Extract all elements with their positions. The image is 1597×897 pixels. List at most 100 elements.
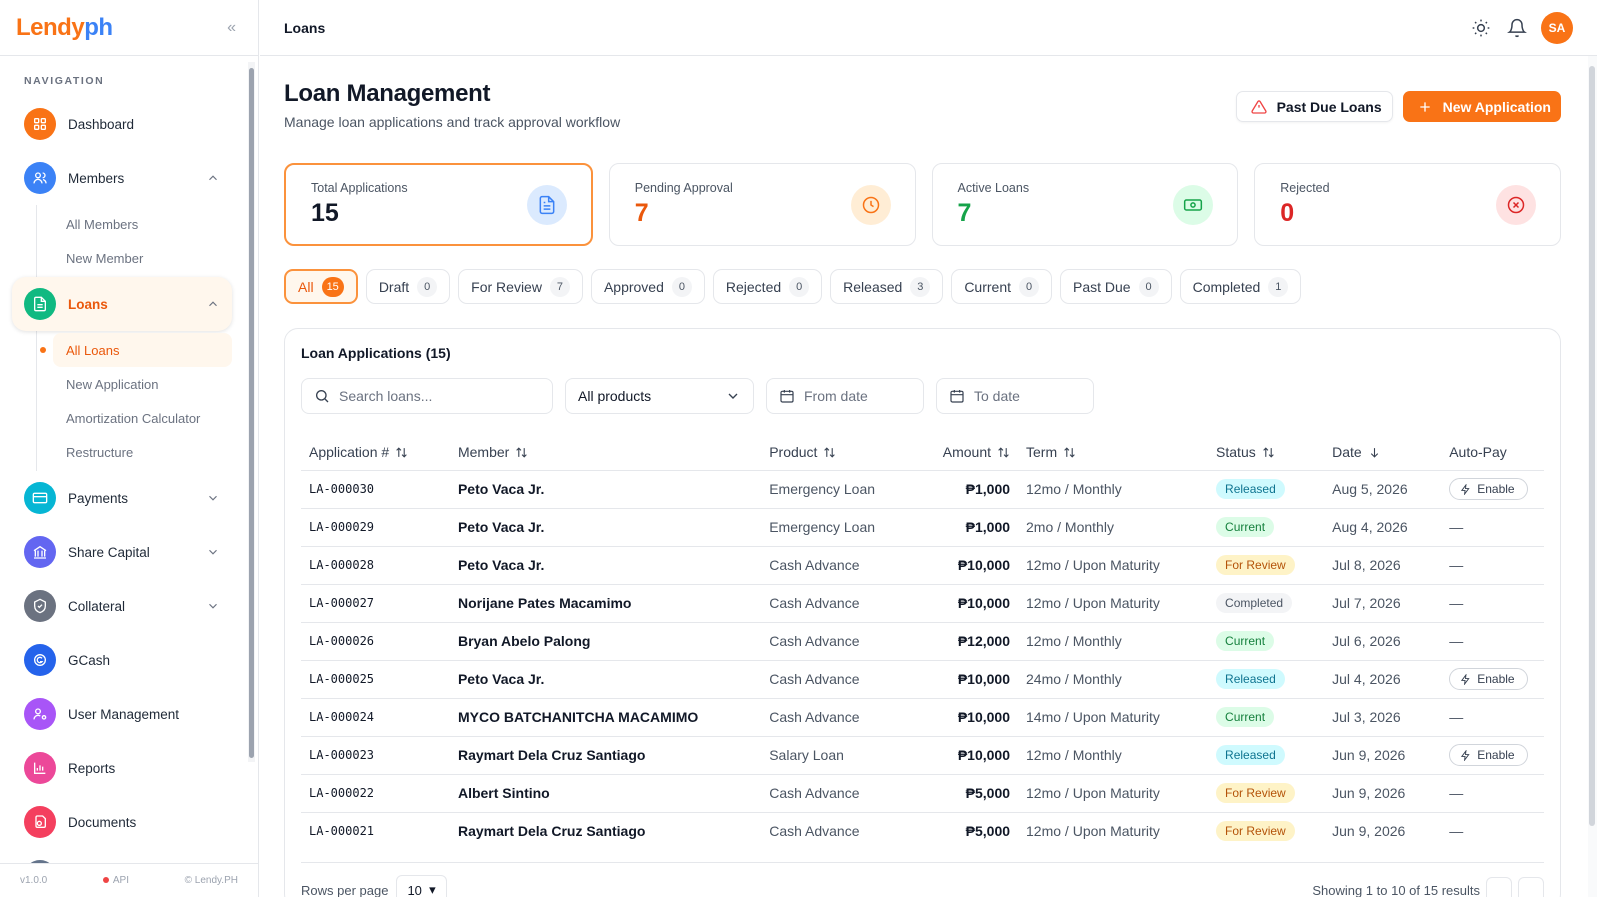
member-name: Peto Vaca Jr.: [449, 507, 762, 546]
application-number[interactable]: LA-000027: [301, 583, 450, 622]
sidebar-item-dashboard[interactable]: Dashboard: [12, 97, 232, 151]
enable-autopay-button[interactable]: Enable: [1449, 744, 1528, 766]
application-number[interactable]: LA-000021: [301, 811, 450, 850]
tab-current[interactable]: Current 0: [951, 269, 1052, 304]
table-row[interactable]: LA-000029 Peto Vaca Jr. Emergency Loan ₱…: [301, 507, 1544, 546]
tab-rejected[interactable]: Rejected 0: [712, 269, 823, 304]
sidebar-item-loans[interactable]: Loans: [12, 277, 232, 331]
sort-icon[interactable]: [395, 446, 408, 459]
to-date-input[interactable]: To date: [936, 378, 1094, 414]
table-row[interactable]: LA-000025 Peto Vaca Jr. Cash Advance ₱10…: [301, 659, 1544, 698]
application-number[interactable]: LA-000030: [301, 469, 450, 508]
chevron-icon[interactable]: [206, 599, 220, 613]
sun-icon[interactable]: [1471, 18, 1491, 38]
submenu-item[interactable]: Amortization Calculator: [37, 401, 232, 435]
next-page-button[interactable]: [1518, 877, 1544, 897]
sidebar-item-label: Members: [68, 170, 125, 186]
loan-term: 12mo / Upon Maturity: [1018, 773, 1209, 812]
column-header[interactable]: Status: [1208, 434, 1324, 470]
submenu-item[interactable]: All Members: [37, 207, 232, 241]
column-header[interactable]: Date: [1324, 434, 1441, 470]
submenu-item[interactable]: Restructure: [37, 435, 232, 469]
application-number[interactable]: LA-000028: [301, 545, 450, 584]
table-row[interactable]: LA-000024 MYCO BATCHANITCHA MACAMIMO Cas…: [301, 697, 1544, 736]
table-row[interactable]: LA-000022 Albert Sintino Cash Advance ₱5…: [301, 773, 1544, 812]
tab-for-review[interactable]: For Review 7: [458, 269, 583, 304]
sort-icon[interactable]: [997, 446, 1010, 459]
application-number[interactable]: LA-000024: [301, 697, 450, 736]
page-scroll-thumb[interactable]: [1589, 66, 1595, 826]
tab-draft[interactable]: Draft 0: [365, 269, 451, 304]
submenu-item[interactable]: New Application: [37, 367, 232, 401]
stat-card-rejected[interactable]: Rejected 0: [1254, 163, 1561, 246]
stat-card-total[interactable]: Total Applications 15: [284, 163, 593, 246]
tab-completed[interactable]: Completed 1: [1179, 269, 1302, 304]
prev-page-button[interactable]: [1486, 877, 1512, 897]
column-header[interactable]: Auto-Pay: [1441, 434, 1544, 470]
loan-term: 14mo / Upon Maturity: [1018, 697, 1209, 736]
application-number[interactable]: LA-000026: [301, 621, 450, 660]
collapse-sidebar-icon[interactable]: «: [227, 19, 236, 37]
sidebar-item-share-capital[interactable]: Share Capital: [12, 525, 232, 579]
sidebar-item-user-management[interactable]: User Management: [12, 687, 232, 741]
sidebar-item-documents[interactable]: Documents: [12, 795, 232, 849]
table-row[interactable]: LA-000026 Bryan Abelo Palong Cash Advanc…: [301, 621, 1544, 660]
column-header[interactable]: Member: [450, 434, 761, 470]
product-select[interactable]: All products: [565, 378, 754, 414]
application-number[interactable]: LA-000025: [301, 659, 450, 698]
avatar[interactable]: SA: [1541, 11, 1573, 44]
table-row[interactable]: LA-000030 Peto Vaca Jr. Emergency Loan ₱…: [301, 469, 1544, 508]
submenu-item[interactable]: New Member: [37, 241, 232, 275]
column-header[interactable]: Amount: [931, 434, 1018, 470]
enable-autopay-button[interactable]: Enable: [1449, 668, 1528, 690]
sort-icon[interactable]: [1063, 446, 1076, 459]
chevron-icon[interactable]: [206, 171, 220, 185]
past-due-loans-button[interactable]: Past Due Loans: [1235, 91, 1393, 122]
table-row[interactable]: LA-000023 Raymart Dela Cruz Santiago Sal…: [301, 735, 1544, 774]
sidebar-item-gcash[interactable]: GCash: [12, 633, 232, 687]
stat-card-active[interactable]: Active Loans 7: [931, 163, 1239, 246]
rows-per-page-select[interactable]: 10 ▾: [396, 875, 447, 897]
sort-icon[interactable]: [823, 446, 836, 459]
application-number[interactable]: LA-000022: [301, 773, 450, 812]
column-header[interactable]: Term: [1018, 434, 1208, 470]
product-name: Cash Advance: [761, 659, 931, 698]
sort-desc-icon[interactable]: [1368, 446, 1381, 459]
enable-autopay-button[interactable]: Enable: [1449, 478, 1528, 500]
table-row[interactable]: LA-000028 Peto Vaca Jr. Cash Advance ₱10…: [301, 545, 1544, 584]
table-row[interactable]: LA-000027 Norijane Pates Macamimo Cash A…: [301, 583, 1544, 622]
stat-card-pending[interactable]: Pending Approval 7: [608, 163, 916, 246]
sidebar-item-audit-trail[interactable]: Audit Trail: [12, 849, 232, 863]
tab-released[interactable]: Released 3: [830, 269, 944, 304]
sidebar-scroll-thumb[interactable]: [249, 68, 254, 758]
search-input[interactable]: Search loans...: [301, 378, 553, 414]
chevron-icon[interactable]: [206, 491, 220, 505]
status-badge: Released: [1216, 669, 1285, 689]
sidebar-item-reports[interactable]: Reports: [12, 741, 232, 795]
sort-icon[interactable]: [1262, 446, 1275, 459]
member-name: Peto Vaca Jr.: [449, 545, 762, 584]
application-number[interactable]: LA-000029: [301, 507, 450, 546]
application-number[interactable]: LA-000023: [301, 735, 450, 774]
loan-term: 12mo / Upon Maturity: [1018, 811, 1209, 850]
sidebar-item-collateral[interactable]: Collateral: [12, 579, 232, 633]
zap-icon: [1461, 673, 1470, 685]
submenu-item[interactable]: All Loans: [40, 333, 232, 367]
table-row[interactable]: LA-000021 Raymart Dela Cruz Santiago Cas…: [301, 811, 1544, 850]
from-date-input[interactable]: From date: [766, 378, 924, 414]
sidebar-item-payments[interactable]: Payments: [12, 471, 232, 525]
bell-icon[interactable]: [1507, 18, 1527, 38]
sidebar-item-members[interactable]: Members: [12, 151, 232, 205]
tab-count: 0: [789, 276, 810, 297]
column-header[interactable]: Application #: [301, 434, 450, 470]
column-header[interactable]: Product: [761, 434, 931, 470]
chevron-icon[interactable]: [206, 545, 220, 559]
logo[interactable]: Lendyph: [16, 14, 113, 42]
loan-amount: ₱1,000: [930, 469, 1019, 508]
tab-past-due[interactable]: Past Due 0: [1060, 269, 1172, 304]
sort-icon[interactable]: [515, 446, 528, 459]
new-application-button[interactable]: New Application: [1402, 91, 1561, 122]
tab-approved[interactable]: Approved 0: [590, 269, 705, 304]
chevron-icon[interactable]: [206, 297, 220, 311]
tab-all[interactable]: All 15: [284, 269, 358, 304]
